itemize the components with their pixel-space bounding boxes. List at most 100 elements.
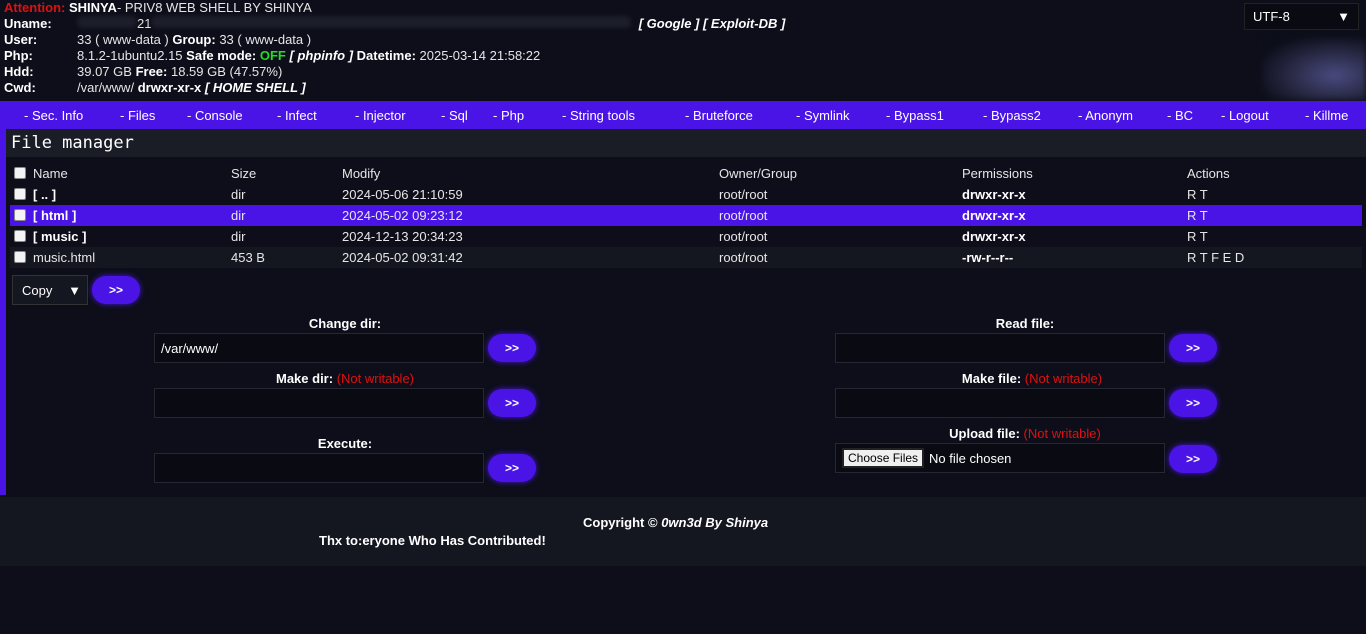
no-file-text: No file chosen <box>929 450 1012 466</box>
uname-value: 21 <box>137 16 152 31</box>
nav-bc[interactable]: - BC <box>1167 108 1193 123</box>
col-permissions[interactable]: Permissions <box>962 166 1033 181</box>
make-file-input[interactable] <box>835 388 1165 418</box>
col-name[interactable]: Name <box>33 166 68 181</box>
group-label: Group: <box>172 32 216 47</box>
nav-symlink[interactable]: - Symlink <box>796 108 849 123</box>
execute-input[interactable] <box>154 453 484 483</box>
nav-bruteforce[interactable]: - Bruteforce <box>685 108 753 123</box>
file-actions[interactable]: R T <box>1187 208 1208 223</box>
php-row: Php: 8.1.2-1ubuntu2.15 Safe mode: OFF [ … <box>4 48 785 64</box>
file-size: dir <box>231 187 246 202</box>
hdd-total: 39.07 GB <box>77 64 132 79</box>
read-file-label: Read file: <box>995 316 1055 331</box>
datetime-label: Datetime: <box>356 48 416 63</box>
thx-text: eryone Who Has Contributed! <box>362 533 546 548</box>
nav-bypass2[interactable]: - Bypass2 <box>983 108 1041 123</box>
phpinfo-link[interactable]: [ phpinfo ] <box>290 48 354 64</box>
bulk-action-select[interactable]: Copy ▼ <box>12 275 88 305</box>
execute-button[interactable]: >> <box>488 454 536 482</box>
nav-sec-info[interactable]: - Sec. Info <box>24 108 83 123</box>
table-row[interactable]: [ .. ] dir 2024-05-06 21:10:59 root/root… <box>10 184 1362 205</box>
file-actions[interactable]: R T F E D <box>1187 250 1244 265</box>
file-name[interactable]: music.html <box>33 250 95 265</box>
charset-select[interactable]: UTF-8 ▼ <box>1244 3 1359 30</box>
change-dir-input[interactable]: /var/www/ <box>154 333 484 363</box>
user-value: 33 ( www-data ) <box>77 32 169 47</box>
cwd-row: Cwd: /var/www/ drwxr-xr-x [ HOME SHELL ] <box>4 80 785 96</box>
col-modify[interactable]: Modify <box>342 166 380 181</box>
bulk-action-submit-button[interactable]: >> <box>92 276 140 304</box>
search-links[interactable]: [ Google ] [ Exploit-DB ] <box>639 16 786 32</box>
cwd-label: Cwd: <box>4 80 36 95</box>
row-checkbox[interactable] <box>14 251 26 263</box>
cwd-path[interactable]: /var/www/ <box>77 80 134 96</box>
nav-infect[interactable]: - Infect <box>277 108 317 123</box>
file-size: 453 B <box>231 250 265 265</box>
row-checkbox[interactable] <box>14 209 26 221</box>
nav-console[interactable]: - Console <box>187 108 243 123</box>
not-writable-note: (Not writable) <box>336 371 414 386</box>
nav-bypass1[interactable]: - Bypass1 <box>886 108 944 123</box>
uname-label: Uname: <box>4 16 52 31</box>
thx-label: Thx to: <box>319 533 363 548</box>
select-all-checkbox[interactable] <box>14 167 26 179</box>
read-file-input[interactable] <box>835 333 1165 363</box>
footer <box>0 497 1366 566</box>
file-modify[interactable]: 2024-12-13 20:34:23 <box>342 229 463 244</box>
redacted-uname <box>77 16 137 28</box>
file-modify[interactable]: 2024-05-02 09:23:12 <box>342 208 463 223</box>
cwd-perms: drwxr-xr-x <box>137 80 202 95</box>
table-row[interactable]: [ html ] dir 2024-05-02 09:23:12 root/ro… <box>10 205 1362 226</box>
file-perms[interactable]: drwxr-xr-x <box>962 229 1026 244</box>
file-perms[interactable]: drwxr-xr-x <box>962 187 1026 202</box>
file-actions[interactable]: R T <box>1187 187 1208 202</box>
nav-injector[interactable]: - Injector <box>355 108 406 123</box>
file-modify[interactable]: 2024-05-06 21:10:59 <box>342 187 463 202</box>
file-name[interactable]: [ music ] <box>33 229 86 244</box>
nav-string-tools[interactable]: - String tools <box>562 108 635 123</box>
change-dir-value: /var/www/ <box>161 340 219 356</box>
hdd-free: 18.59 GB (47.57%) <box>170 64 283 79</box>
nav-anonym[interactable]: - Anonym <box>1078 108 1133 123</box>
make-dir-button[interactable]: >> <box>488 389 536 417</box>
uname-row: Uname: 21 [ Google ] [ Exploit-DB ] <box>4 16 785 32</box>
col-owner[interactable]: Owner/Group <box>719 166 797 181</box>
row-checkbox[interactable] <box>14 188 26 200</box>
file-name[interactable]: [ html ] <box>33 208 76 223</box>
file-actions[interactable]: R T <box>1187 229 1208 244</box>
datetime-value: 2025-03-14 21:58:22 <box>419 48 541 63</box>
nav-sql[interactable]: - Sql <box>441 108 468 123</box>
file-name[interactable]: [ .. ] <box>33 187 56 202</box>
file-perms[interactable]: -rw-r--r-- <box>962 250 1013 265</box>
copyright: Copyright © 0wn3d By Shinya <box>583 515 769 530</box>
nav-php[interactable]: - Php <box>493 108 524 123</box>
row-checkbox[interactable] <box>14 230 26 242</box>
execute-label: Execute: <box>317 436 373 451</box>
read-file-button[interactable]: >> <box>1169 334 1217 362</box>
file-manager-title: File manager <box>6 129 1366 157</box>
nav-files[interactable]: - Files <box>120 108 155 123</box>
change-dir-button[interactable]: >> <box>488 334 536 362</box>
nav-killme[interactable]: - Killme <box>1305 108 1348 123</box>
col-size[interactable]: Size <box>231 166 256 181</box>
choose-files-button[interactable]: Choose Files <box>842 448 925 468</box>
file-perms[interactable]: drwxr-xr-x <box>962 208 1026 223</box>
table-row[interactable]: [ music ] dir 2024-12-13 20:34:23 root/r… <box>10 226 1362 247</box>
chevron-down-icon: ▼ <box>68 282 81 298</box>
left-accent-bar <box>0 129 6 495</box>
make-file-button[interactable]: >> <box>1169 389 1217 417</box>
nav-logout[interactable]: - Logout <box>1221 108 1269 123</box>
file-size: dir <box>231 229 246 244</box>
upload-file-input[interactable]: Choose Files No file chosen <box>835 443 1165 473</box>
home-shell-link[interactable]: [ HOME SHELL ] <box>205 80 306 96</box>
redacted-uname-2 <box>151 16 632 28</box>
make-dir-input[interactable] <box>154 388 484 418</box>
title-row: Attention: SHINYA - PRIV8 WEB SHELL BY S… <box>4 0 785 16</box>
bulk-action-value: Copy <box>22 282 53 298</box>
upload-file-button[interactable]: >> <box>1169 445 1217 473</box>
main-nav: - Sec. Info - Files - Console - Infect -… <box>0 101 1366 129</box>
free-label: Free: <box>135 64 168 79</box>
table-row[interactable]: music.html 453 B 2024-05-02 09:31:42 roo… <box>10 247 1362 268</box>
file-modify[interactable]: 2024-05-02 09:31:42 <box>342 250 463 265</box>
